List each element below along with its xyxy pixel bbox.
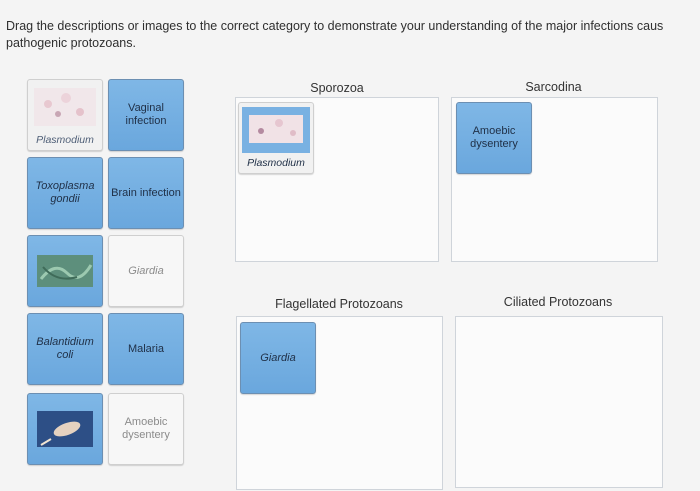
card-label: Toxoplasma gondii: [35, 180, 95, 205]
card-ciliate-image[interactable]: [27, 393, 103, 465]
card-vaginal-infection[interactable]: Vaginal infection: [108, 79, 184, 151]
card-amoebic-dysentery-placeholder: Amoebic dysentery: [108, 393, 184, 465]
card-malaria[interactable]: Malaria: [108, 313, 184, 385]
blood-smear-image: [34, 88, 96, 126]
card-label: Malaria: [127, 342, 165, 355]
card-label: Giardia: [260, 351, 296, 364]
card-label: Vaginal infection: [125, 102, 167, 127]
card-label: Amoebic dysentery: [122, 416, 170, 441]
card-label: Balantidium coli: [36, 336, 94, 361]
instructions-line-1: Drag the descriptions or images to the c…: [6, 19, 664, 33]
placed-card-plasmodium[interactable]: Plasmodium: [238, 102, 314, 174]
micrograph-image: [37, 255, 93, 287]
placed-card-amoebic-dysentery[interactable]: Amoebic dysentery: [456, 102, 532, 174]
card-balantidium-coli[interactable]: Balantidium coli: [27, 313, 103, 385]
instructions-line-2: pathogenic protozoans.: [6, 36, 136, 50]
card-label: Brain infection: [111, 186, 181, 199]
blood-smear-image: [242, 107, 310, 153]
category-title-sporozoa: Sporozoa: [310, 81, 364, 95]
category-title-sarcodina: Sarcodina: [525, 80, 582, 94]
card-giardia-placeholder: Giardia: [108, 235, 184, 307]
category-title-ciliated: Ciliated Protozoans: [503, 295, 613, 309]
card-brain-infection[interactable]: Brain infection: [108, 157, 184, 229]
category-title-flagellated: Flagellated Protozoans: [275, 297, 403, 311]
card-flagellate-image[interactable]: [27, 235, 103, 307]
card-plasmodium-label: Plasmodium: [36, 134, 94, 146]
instructions: Drag the descriptions or images to the c…: [6, 18, 700, 52]
placed-card-plasmodium-label: Plasmodium: [247, 157, 305, 169]
ciliate-micrograph-image: [37, 411, 93, 447]
card-label: Amoebic dysentery: [470, 125, 518, 150]
placed-card-giardia[interactable]: Giardia: [240, 322, 316, 394]
card-toxoplasma-gondii[interactable]: Toxoplasma gondii: [27, 157, 103, 229]
card-plasmodium-image[interactable]: Plasmodium: [27, 79, 103, 151]
drop-zone-ciliated[interactable]: [455, 316, 663, 488]
card-label: Giardia: [128, 264, 164, 277]
